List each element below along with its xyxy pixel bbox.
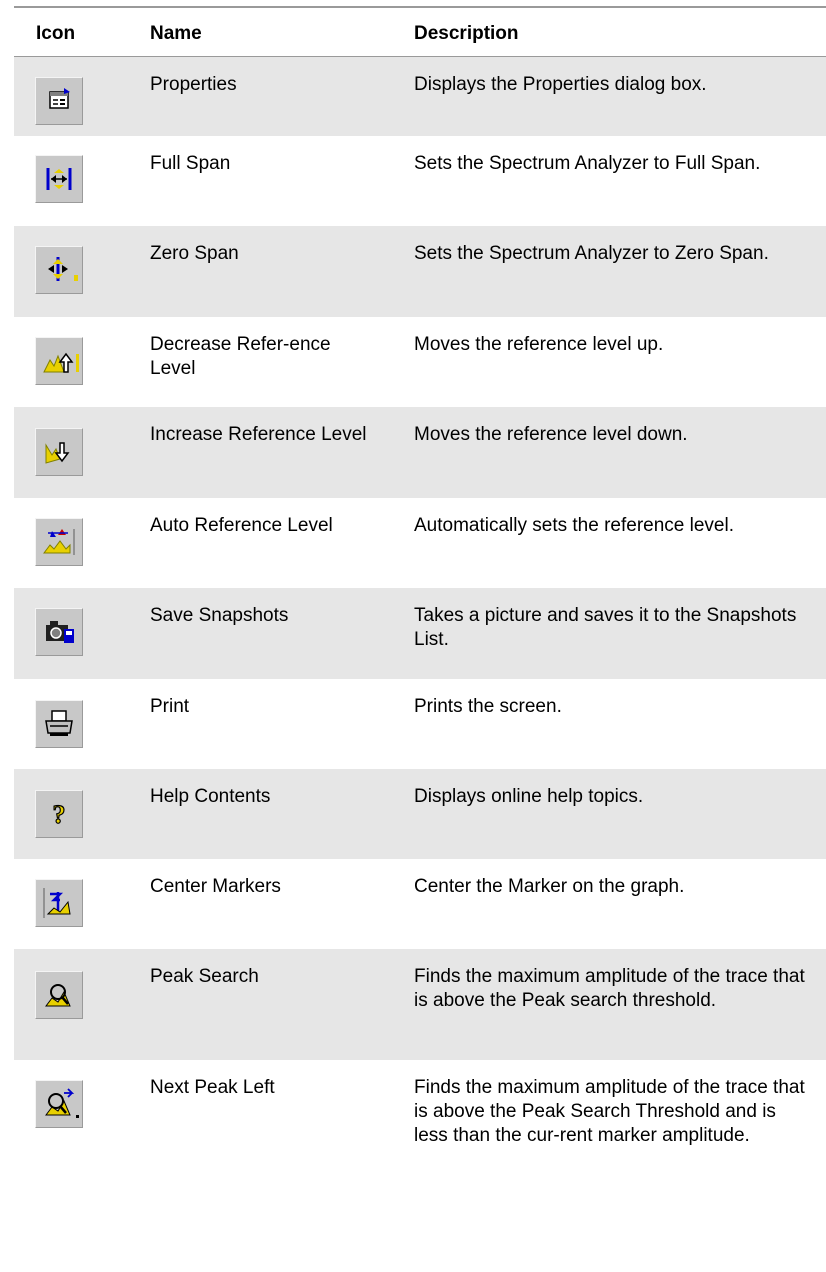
row-description: Displays online help topics. — [414, 786, 644, 807]
row-description: Center the Marker on the graph. — [414, 876, 685, 897]
row-description: Automatically sets the reference level. — [414, 515, 734, 536]
full-span-icon — [35, 155, 83, 203]
row-name: Save Snapshots — [150, 605, 289, 626]
row-description: Prints the screen. — [414, 696, 562, 717]
table-row-auto-reference-level: Auto Reference Level Automatically sets … — [14, 498, 826, 588]
row-description: Moves the reference level up. — [414, 334, 664, 355]
table-row-next-peak-left: Next Peak Left Finds the maximum amplitu… — [14, 1060, 826, 1190]
row-name: Next Peak Left — [150, 1077, 275, 1098]
table-row-help-contents: ? Help Contents Displays online help top… — [14, 769, 826, 859]
row-name: Increase Reference Level — [150, 424, 367, 445]
peak-search-icon — [35, 971, 83, 1019]
row-description: Displays the Properties dialog box. — [414, 74, 707, 95]
column-header-name: Name — [150, 23, 202, 44]
row-name: Decrease Refer-ence Level — [150, 334, 331, 379]
row-name: Center Markers — [150, 876, 281, 897]
column-header-description: Description — [414, 23, 519, 44]
center-markers-icon — [35, 879, 83, 927]
icon-reference-table: Icon Name Description Properties Display… — [14, 6, 826, 1190]
column-header-icon: Icon — [36, 23, 76, 44]
auto-reference-level-icon — [35, 518, 83, 566]
decrease-reference-level-icon — [35, 337, 83, 385]
table-header: Icon Name Description — [14, 6, 826, 57]
table-row-peak-search: Peak Search Finds the maximum amplitude … — [14, 949, 826, 1060]
row-name: Properties — [150, 74, 237, 95]
printer-icon — [35, 700, 83, 748]
zero-span-icon — [35, 246, 83, 294]
row-name: Zero Span — [150, 243, 239, 264]
increase-reference-level-icon — [35, 428, 83, 476]
row-name: Help Contents — [150, 786, 271, 807]
table-row-save-snapshots: Save Snapshots Takes a picture and saves… — [14, 588, 826, 679]
svg-text:?: ? — [53, 800, 66, 829]
row-description: Sets the Spectrum Analyzer to Full Span. — [414, 153, 761, 174]
table-row-print: Print Prints the screen. — [14, 679, 826, 769]
table-row-increase-reference-level: Increase Reference Level Moves the refer… — [14, 407, 826, 498]
question-mark-icon: ? — [35, 790, 83, 838]
row-name: Peak Search — [150, 966, 259, 987]
row-name: Print — [150, 696, 190, 717]
row-name: Full Span — [150, 153, 231, 174]
row-description: Finds the maximum amplitude of the trace… — [414, 1077, 805, 1146]
camera-icon — [35, 608, 83, 656]
next-peak-left-icon — [35, 1080, 83, 1128]
table-row-decrease-reference-level: Decrease Refer-ence Level Moves the refe… — [14, 317, 826, 407]
table-row-full-span: Full Span Sets the Spectrum Analyzer to … — [14, 136, 826, 226]
row-description: Finds the maximum amplitude of the trace… — [414, 966, 805, 1011]
table-row-zero-span: Zero Span Sets the Spectrum Analyzer to … — [14, 226, 826, 317]
row-description: Moves the reference level down. — [414, 424, 688, 445]
table-row-properties: Properties Displays the Properties dialo… — [14, 57, 826, 136]
properties-icon — [35, 77, 83, 125]
row-name: Auto Reference Level — [150, 515, 333, 536]
row-description: Sets the Spectrum Analyzer to Zero Span. — [414, 243, 769, 264]
table-row-center-markers: Center Markers Center the Marker on the … — [14, 859, 826, 949]
row-description: Takes a picture and saves it to the Snap… — [414, 605, 797, 650]
